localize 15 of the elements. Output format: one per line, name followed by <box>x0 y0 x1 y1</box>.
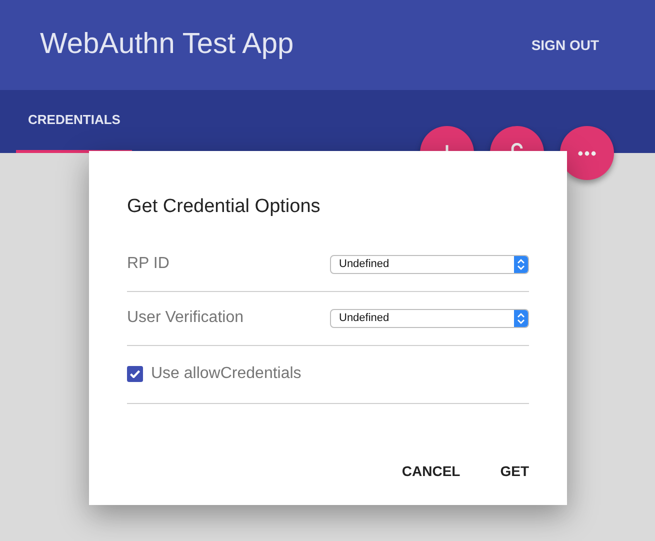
chevron-icon <box>514 310 528 326</box>
dialog-button[interactable]: GET <box>492 454 537 488</box>
chevron-icon <box>514 256 528 272</box>
check-icon <box>130 370 140 378</box>
checkbox-label: Use allowCredentials <box>151 364 302 384</box>
more-icon <box>578 150 596 156</box>
app-title: WebAuthn Test App <box>40 27 294 62</box>
dialog-title: Get Credential Options <box>127 195 322 219</box>
select-field[interactable]: Undefined <box>330 308 529 328</box>
dialog-button[interactable]: CANCEL <box>394 454 468 488</box>
select-field[interactable]: Undefined <box>330 254 529 274</box>
field-label: RP ID <box>127 254 170 274</box>
checkbox[interactable] <box>127 366 143 382</box>
sign-out-button[interactable]: SIGN OUT <box>531 30 599 60</box>
field-label: User Verification <box>127 308 244 328</box>
